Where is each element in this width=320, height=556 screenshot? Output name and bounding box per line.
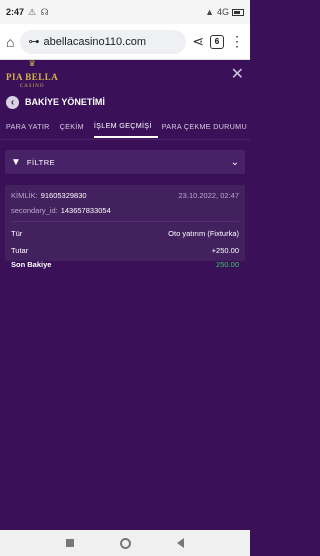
type-row: Tür Oto yatırım (Fixturka) (11, 228, 239, 239)
filter-toggle[interactable]: ▼ FİLTRE ⌄ (5, 150, 245, 174)
tab-withdraw[interactable]: ÇEKİM (60, 122, 90, 137)
crown-icon: ♛ (28, 58, 36, 68)
battery-icon (232, 8, 244, 16)
record-id-value: 91605329830 (40, 191, 87, 200)
record-id-row: KİMLİK: 91605329830 23.10.2022, 02:47 (11, 190, 239, 201)
close-icon[interactable]: ✕ (231, 64, 244, 84)
page-title: BAKİYE YÖNETİMİ (25, 97, 105, 107)
card-divider (11, 221, 239, 222)
tab-transaction-history[interactable]: İŞLEM GEÇMİŞİ (93, 121, 158, 138)
secondary-id-value: 143657833054 (60, 206, 111, 215)
record-id-label: KİMLİK: (11, 191, 38, 200)
status-bar: 2:47 ⚠ ☊ ▲ 4G (0, 0, 250, 24)
home-nav-icon[interactable] (120, 537, 131, 549)
logo-sub: CASINO (19, 83, 45, 89)
url-text: abellacasino110.com (43, 35, 146, 48)
back-button[interactable]: ‹ (6, 95, 19, 109)
system-nav-bar (0, 530, 250, 556)
home-icon[interactable]: ⌂ (6, 34, 14, 50)
balance-row: Son Bakiye 250.00 (11, 259, 239, 270)
transaction-card: KİMLİK: 91605329830 23.10.2022, 02:47 se… (5, 185, 245, 269)
address-bar[interactable]: ⊶ abellacasino110.com (20, 29, 187, 54)
record-date: 23.10.2022, 02:47 (178, 191, 239, 200)
menu-dots-icon[interactable]: ⋮ (230, 33, 244, 50)
recents-icon[interactable] (66, 539, 74, 547)
browser-toolbar: ⌂ ⊶ abellacasino110.com ⋖ 6 ⋮ (0, 24, 250, 60)
chevron-down-icon: ⌄ (230, 156, 239, 168)
type-value: Oto yatırım (Fixturka) (168, 229, 239, 238)
site-header: ♛ PIA BELLA CASINO ✕ (0, 58, 250, 89)
tab-withdrawal-status[interactable]: PARA ÇEKME DURUMU (162, 122, 250, 137)
balance-label: Son Bakiye (11, 260, 52, 269)
site-info-icon[interactable]: ⊶ (28, 35, 39, 48)
tab-deposit[interactable]: PARA YATIR (6, 122, 56, 137)
type-label: Tür (11, 229, 23, 238)
network-label: 4G (216, 7, 229, 17)
logo-name: PIA BELLA (6, 71, 59, 82)
tab-switcher-button[interactable]: 6 (210, 34, 224, 49)
notification-icons: ⚠ ☊ (28, 6, 50, 17)
amount-row: Tutar +250.00 (11, 245, 239, 256)
secondary-id-label: secondary_id: (11, 206, 58, 215)
share-icon[interactable]: ⋖ (192, 33, 204, 50)
balance-value: 250.00 (216, 260, 239, 269)
filter-label: FİLTRE (26, 157, 56, 167)
balance-tabs: PARA YATIR ÇEKİM İŞLEM GEÇMİŞİ PARA ÇEKM… (0, 120, 250, 140)
filter-icon: ▼ (11, 156, 21, 168)
back-nav-icon[interactable] (177, 538, 184, 548)
status-time: 2:47 (6, 7, 25, 17)
signal-icon: ▲ (205, 7, 214, 17)
page-header: ‹ BAKİYE YÖNETİMİ (0, 92, 250, 112)
amount-value: +250.00 (211, 246, 239, 255)
site-logo[interactable]: ♛ PIA BELLA CASINO (6, 58, 59, 89)
status-right: ▲ 4G (205, 7, 244, 17)
secondary-id-row: secondary_id: 143657833054 (11, 205, 239, 216)
amount-label: Tutar (11, 246, 29, 255)
